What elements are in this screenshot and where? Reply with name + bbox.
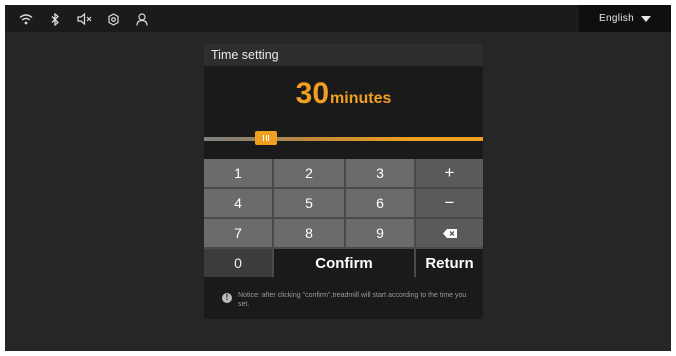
key-6[interactable]: 6: [346, 189, 414, 217]
speaker-muted-icon[interactable]: [75, 10, 93, 28]
plus-button[interactable]: +: [416, 159, 483, 187]
notice-text: Notice: after clicking "confirm",treadmi…: [238, 292, 467, 308]
treadmill-screen: English Time setting 30minutes 1 2 3 + 4…: [5, 5, 671, 351]
caret-down-icon: [640, 15, 651, 22]
key-5[interactable]: 5: [274, 189, 344, 217]
language-selector[interactable]: English: [579, 5, 671, 32]
key-7[interactable]: 7: [204, 219, 272, 247]
backspace-button[interactable]: [416, 219, 483, 247]
return-button[interactable]: Return: [416, 249, 483, 277]
wifi-icon[interactable]: [17, 10, 35, 28]
time-display: 30minutes: [204, 77, 483, 111]
key-3[interactable]: 3: [346, 159, 414, 187]
key-9[interactable]: 9: [346, 219, 414, 247]
key-0[interactable]: 0: [204, 249, 272, 277]
user-icon[interactable]: [133, 10, 151, 28]
status-icons: [17, 10, 151, 28]
key-1[interactable]: 1: [204, 159, 272, 187]
slider-track[interactable]: [204, 137, 483, 141]
bluetooth-icon[interactable]: [46, 10, 64, 28]
slider-thumb[interactable]: [255, 131, 277, 145]
key-4[interactable]: 4: [204, 189, 272, 217]
key-2[interactable]: 2: [274, 159, 344, 187]
time-slider[interactable]: [204, 131, 483, 145]
status-bar: English: [5, 5, 671, 32]
exclamation-icon: !: [222, 293, 232, 303]
settings-icon[interactable]: [104, 10, 122, 28]
time-setting-dialog: Time setting 30minutes 1 2 3 + 4 5 6 − 7…: [204, 44, 483, 319]
minus-button[interactable]: −: [416, 189, 483, 217]
keypad: 1 2 3 + 4 5 6 − 7 8 9 0 Confirm Return: [204, 159, 483, 277]
time-value: 30: [295, 77, 330, 110]
confirm-button[interactable]: Confirm: [274, 249, 414, 277]
dialog-title: Time setting: [204, 44, 483, 66]
time-unit: minutes: [330, 90, 392, 107]
backspace-icon: [442, 228, 457, 238]
language-label: English: [599, 13, 634, 24]
key-8[interactable]: 8: [274, 219, 344, 247]
